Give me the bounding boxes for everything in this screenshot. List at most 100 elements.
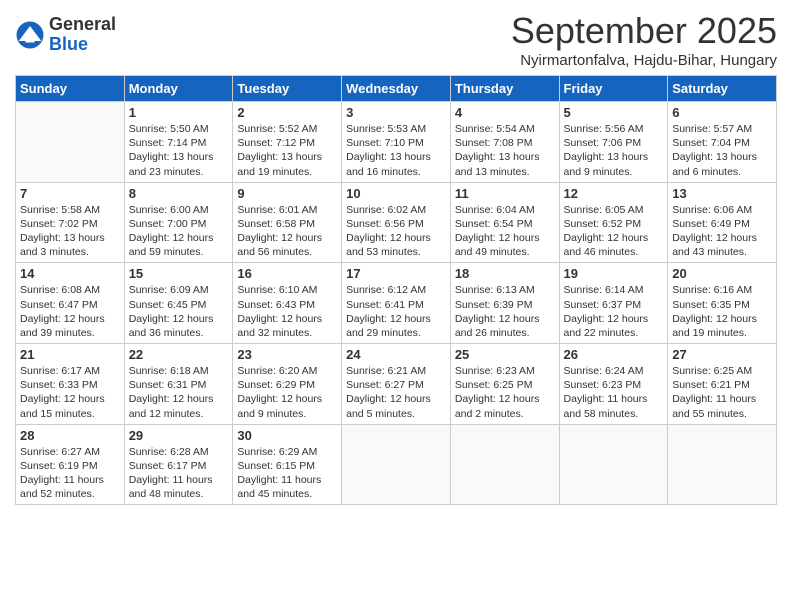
calendar-cell: 6 Sunrise: 5:57 AM Sunset: 7:04 PM Daylig…	[668, 102, 777, 183]
calendar-cell: 8Sunrise: 6:00 AM Sunset: 7:00 PM Daylig…	[124, 182, 233, 263]
page-header: General Blue September 2025 Nyirmartonfa…	[15, 10, 777, 69]
day-number: 7	[20, 186, 120, 201]
calendar-cell: 1 Sunrise: 5:50 AM Sunset: 7:14 PM Daylig…	[124, 102, 233, 183]
day-info: Sunrise: 6:04 AM Sunset: 6:54 PM Dayligh…	[455, 203, 555, 260]
day-number: 19	[564, 266, 664, 281]
calendar-cell: 7 Sunrise: 5:58 AM Sunset: 7:02 PM Daylig…	[16, 182, 125, 263]
location: Nyirmartonfalva, Hajdu-Bihar, Hungary	[511, 52, 777, 69]
calendar-cell: 20 Sunrise: 6:16 AM Sunset: 6:35 PM Dayli…	[668, 263, 777, 344]
day-number: 27	[672, 347, 772, 362]
calendar-cell: 22 Sunrise: 6:18 AM Sunset: 6:31 PM Dayli…	[124, 344, 233, 425]
calendar-cell: 13 Sunrise: 6:06 AM Sunset: 6:49 PM Dayli…	[668, 182, 777, 263]
day-info: Sunrise: 6:09 AM Sunset: 6:45 PM Dayligh…	[129, 283, 229, 340]
logo-general: General	[49, 15, 116, 35]
calendar-cell: 10 Sunrise: 6:02 AM Sunset: 6:56 PM Dayli…	[342, 182, 451, 263]
calendar-cell	[342, 424, 451, 505]
calendar-cell: 19 Sunrise: 6:14 AM Sunset: 6:37 PM Dayli…	[559, 263, 668, 344]
day-info: Sunrise: 6:05 AM Sunset: 6:52 PM Dayligh…	[564, 203, 664, 260]
day-number: 22	[129, 347, 229, 362]
day-number: 17	[346, 266, 446, 281]
day-info: Sunrise: 5:57 AM Sunset: 7:04 PM Dayligh…	[672, 122, 772, 179]
calendar-cell: 26 Sunrise: 6:24 AM Sunset: 6:23 PM Dayli…	[559, 344, 668, 425]
day-number: 30	[237, 428, 337, 443]
day-number: 6	[672, 105, 772, 120]
day-number: 11	[455, 186, 555, 201]
calendar-cell: 14 Sunrise: 6:08 AM Sunset: 6:47 PM Dayli…	[16, 263, 125, 344]
weekday-header-row: SundayMondayTuesdayWednesdayThursdayFrid…	[16, 76, 777, 102]
calendar-cell: 29 Sunrise: 6:28 AM Sunset: 6:17 PM Dayli…	[124, 424, 233, 505]
calendar-cell: 24 Sunrise: 6:21 AM Sunset: 6:27 PM Dayli…	[342, 344, 451, 425]
day-info: Sunrise: 5:53 AM Sunset: 7:10 PM Dayligh…	[346, 122, 446, 179]
day-number: 24	[346, 347, 446, 362]
weekday-header-saturday: Saturday	[668, 76, 777, 102]
day-info: Sunrise: 6:06 AM Sunset: 6:49 PM Dayligh…	[672, 203, 772, 260]
weekday-header-tuesday: Tuesday	[233, 76, 342, 102]
day-info: Sunrise: 5:56 AM Sunset: 7:06 PM Dayligh…	[564, 122, 664, 179]
day-info: Sunrise: 5:58 AM Sunset: 7:02 PM Dayligh…	[20, 203, 120, 260]
calendar-cell: 2 Sunrise: 5:52 AM Sunset: 7:12 PM Daylig…	[233, 102, 342, 183]
day-number: 2	[237, 105, 337, 120]
calendar-cell: 18Sunrise: 6:13 AM Sunset: 6:39 PM Dayli…	[450, 263, 559, 344]
calendar-cell: 21 Sunrise: 6:17 AM Sunset: 6:33 PM Dayli…	[16, 344, 125, 425]
weekday-header-wednesday: Wednesday	[342, 76, 451, 102]
day-number: 23	[237, 347, 337, 362]
day-info: Sunrise: 6:23 AM Sunset: 6:25 PM Dayligh…	[455, 364, 555, 421]
weekday-header-thursday: Thursday	[450, 76, 559, 102]
calendar-cell	[16, 102, 125, 183]
calendar-week-3: 14 Sunrise: 6:08 AM Sunset: 6:47 PM Dayli…	[16, 263, 777, 344]
calendar-cell: 27Sunrise: 6:25 AM Sunset: 6:21 PM Dayli…	[668, 344, 777, 425]
day-info: Sunrise: 6:20 AM Sunset: 6:29 PM Dayligh…	[237, 364, 337, 421]
day-info: Sunrise: 6:21 AM Sunset: 6:27 PM Dayligh…	[346, 364, 446, 421]
day-info: Sunrise: 6:08 AM Sunset: 6:47 PM Dayligh…	[20, 283, 120, 340]
calendar-cell	[450, 424, 559, 505]
calendar-cell: 28 Sunrise: 6:27 AM Sunset: 6:19 PM Dayli…	[16, 424, 125, 505]
day-number: 28	[20, 428, 120, 443]
calendar-cell: 9 Sunrise: 6:01 AM Sunset: 6:58 PM Daylig…	[233, 182, 342, 263]
day-number: 10	[346, 186, 446, 201]
day-info: Sunrise: 5:52 AM Sunset: 7:12 PM Dayligh…	[237, 122, 337, 179]
calendar-week-1: 1 Sunrise: 5:50 AM Sunset: 7:14 PM Daylig…	[16, 102, 777, 183]
calendar-cell: 4Sunrise: 5:54 AM Sunset: 7:08 PM Daylig…	[450, 102, 559, 183]
day-info: Sunrise: 6:14 AM Sunset: 6:37 PM Dayligh…	[564, 283, 664, 340]
day-number: 14	[20, 266, 120, 281]
day-info: Sunrise: 6:28 AM Sunset: 6:17 PM Dayligh…	[129, 445, 229, 502]
day-info: Sunrise: 6:27 AM Sunset: 6:19 PM Dayligh…	[20, 445, 120, 502]
logo: General Blue	[15, 15, 116, 55]
day-info: Sunrise: 6:01 AM Sunset: 6:58 PM Dayligh…	[237, 203, 337, 260]
day-number: 5	[564, 105, 664, 120]
calendar-cell	[559, 424, 668, 505]
day-number: 18	[455, 266, 555, 281]
day-number: 15	[129, 266, 229, 281]
month-title: September 2025	[511, 10, 777, 52]
calendar-cell: 30Sunrise: 6:29 AM Sunset: 6:15 PM Dayli…	[233, 424, 342, 505]
day-number: 1	[129, 105, 229, 120]
day-number: 20	[672, 266, 772, 281]
calendar-cell: 5 Sunrise: 5:56 AM Sunset: 7:06 PM Daylig…	[559, 102, 668, 183]
logo-blue: Blue	[49, 35, 116, 55]
day-info: Sunrise: 6:10 AM Sunset: 6:43 PM Dayligh…	[237, 283, 337, 340]
day-number: 26	[564, 347, 664, 362]
day-number: 21	[20, 347, 120, 362]
calendar-cell: 16Sunrise: 6:10 AM Sunset: 6:43 PM Dayli…	[233, 263, 342, 344]
day-info: Sunrise: 6:02 AM Sunset: 6:56 PM Dayligh…	[346, 203, 446, 260]
weekday-header-monday: Monday	[124, 76, 233, 102]
calendar-week-4: 21 Sunrise: 6:17 AM Sunset: 6:33 PM Dayli…	[16, 344, 777, 425]
day-info: Sunrise: 6:18 AM Sunset: 6:31 PM Dayligh…	[129, 364, 229, 421]
day-info: Sunrise: 6:12 AM Sunset: 6:41 PM Dayligh…	[346, 283, 446, 340]
calendar-cell: 15 Sunrise: 6:09 AM Sunset: 6:45 PM Dayli…	[124, 263, 233, 344]
day-info: Sunrise: 6:16 AM Sunset: 6:35 PM Dayligh…	[672, 283, 772, 340]
logo-icon	[15, 20, 45, 50]
calendar-table: SundayMondayTuesdayWednesdayThursdayFrid…	[15, 75, 777, 505]
calendar-cell: 12Sunrise: 6:05 AM Sunset: 6:52 PM Dayli…	[559, 182, 668, 263]
weekday-header-sunday: Sunday	[16, 76, 125, 102]
calendar-cell: 25Sunrise: 6:23 AM Sunset: 6:25 PM Dayli…	[450, 344, 559, 425]
day-number: 9	[237, 186, 337, 201]
day-number: 29	[129, 428, 229, 443]
calendar-cell	[668, 424, 777, 505]
calendar-cell: 17 Sunrise: 6:12 AM Sunset: 6:41 PM Dayli…	[342, 263, 451, 344]
day-info: Sunrise: 5:50 AM Sunset: 7:14 PM Dayligh…	[129, 122, 229, 179]
day-info: Sunrise: 6:24 AM Sunset: 6:23 PM Dayligh…	[564, 364, 664, 421]
day-number: 13	[672, 186, 772, 201]
weekday-header-friday: Friday	[559, 76, 668, 102]
day-info: Sunrise: 6:17 AM Sunset: 6:33 PM Dayligh…	[20, 364, 120, 421]
